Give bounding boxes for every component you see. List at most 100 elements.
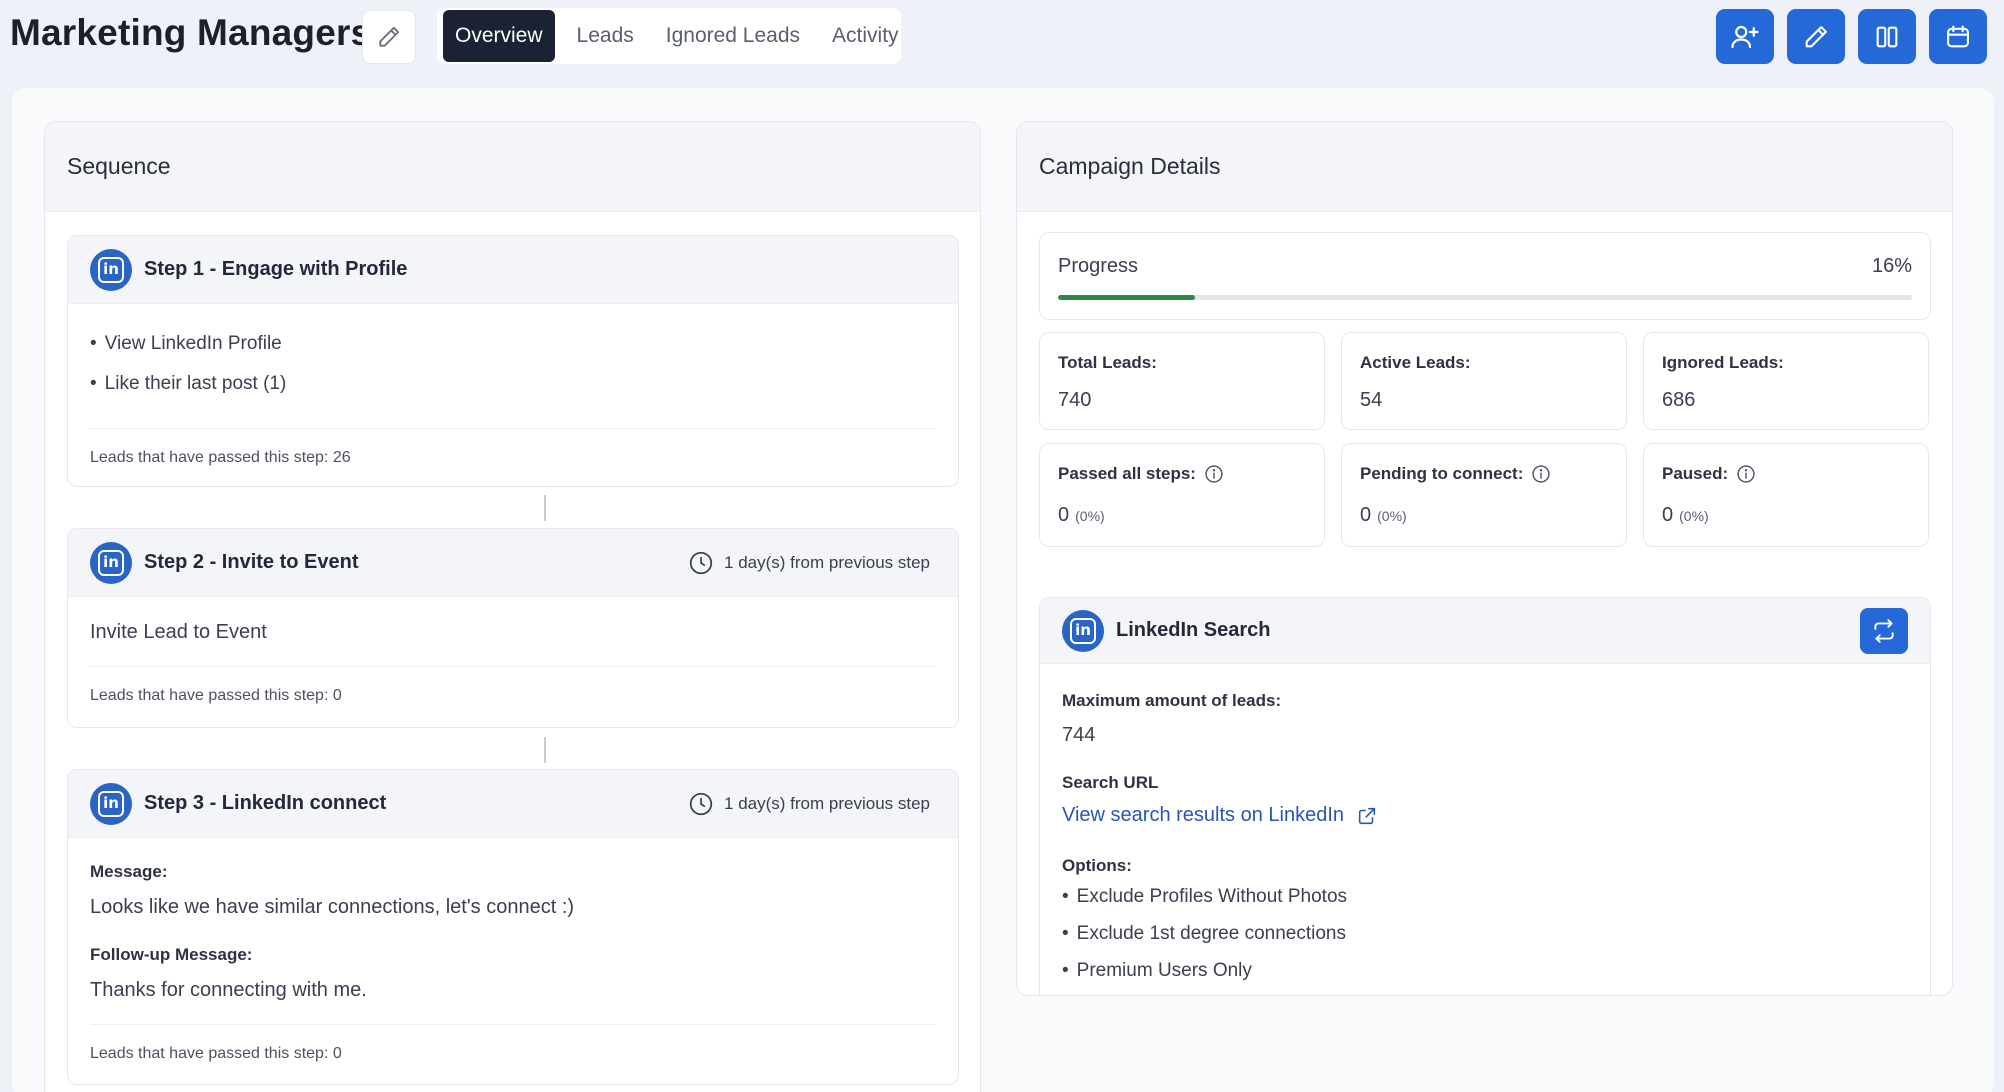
stat-label: Ignored Leads:	[1662, 353, 1784, 373]
linkedin-icon: in	[1062, 609, 1104, 652]
step-delay: 1 day(s) from previous step	[688, 770, 930, 838]
sequence-step-2: in Step 2 - Invite to Event 1 day(s) fro…	[67, 528, 959, 728]
step-title: Step 2 - Invite to Event	[144, 551, 359, 573]
stat-pending-to-connect: Pending to connect: 0 (0%)	[1341, 443, 1627, 547]
clock-icon	[689, 551, 713, 575]
message-text: Looks like we have similar connections, …	[90, 896, 575, 918]
option-item: Exclude 1st degree connections	[1062, 915, 1347, 952]
tab-overview[interactable]: Overview	[443, 10, 555, 62]
max-leads-value: 744	[1062, 724, 1096, 746]
step-passed-count: Leads that have passed this step: 0	[90, 1045, 342, 1062]
stat-value: 740	[1058, 389, 1092, 411]
sequence-step-3: in Step 3 - LinkedIn connect 1 day(s) fr…	[67, 769, 959, 1085]
search-results-link[interactable]: View search results on LinkedIn	[1062, 804, 1378, 827]
page-title: Marketing Managers	[10, 12, 372, 53]
stat-label: Pending to connect:	[1360, 464, 1551, 484]
add-lead-button[interactable]	[1716, 9, 1774, 64]
stat-label-text: Ignored Leads:	[1662, 353, 1784, 372]
linkedin-icon: in	[90, 782, 132, 825]
edit-campaign-button[interactable]	[1787, 9, 1845, 64]
step-header: in Step 1 - Engage with Profile	[68, 236, 958, 304]
calendar-icon	[1947, 24, 1969, 47]
step-action: Like their last post (1)	[90, 364, 936, 404]
step-title: Step 1 - Engage with Profile	[144, 258, 408, 280]
schedule-button[interactable]	[1929, 9, 1987, 64]
top-bar: Marketing Managers Overview Leads Ignore…	[0, 0, 2004, 74]
step-title: Step 3 - LinkedIn connect	[144, 792, 387, 814]
message-label: Message:	[90, 862, 168, 881]
sequence-card: Sequence in Step 1 - Engage with Profile…	[44, 121, 981, 1092]
linkedin-search-title: LinkedIn Search	[1116, 619, 1271, 641]
stat-ignored-leads: Ignored Leads: 686	[1643, 332, 1929, 430]
campaign-details-header: Campaign Details	[1017, 122, 1952, 212]
pause-campaign-button[interactable]	[1858, 9, 1916, 64]
stat-label-text: Active Leads:	[1360, 353, 1471, 372]
stat-passed-all-steps: Passed all steps: 0 (0%)	[1039, 443, 1325, 547]
sequence-header: Sequence	[45, 122, 980, 212]
stat-value: 54	[1360, 389, 1383, 411]
step-content-text: Invite Lead to Event	[90, 621, 267, 643]
progress-label: Progress	[1058, 255, 1139, 277]
tab-activity[interactable]: Activity	[816, 12, 915, 60]
stat-value-number: 0	[1058, 504, 1070, 526]
stat-label: Passed all steps:	[1058, 464, 1224, 484]
info-icon[interactable]	[1531, 464, 1551, 484]
option-item: Premium Users Only	[1062, 952, 1347, 989]
step-action: View LinkedIn Profile	[90, 324, 936, 364]
progress-fill	[1058, 295, 1195, 300]
info-icon[interactable]	[1204, 464, 1224, 484]
stat-label: Active Leads:	[1360, 353, 1471, 373]
refresh-icon	[1874, 619, 1894, 643]
external-link-icon	[1358, 807, 1376, 824]
max-leads-label: Maximum amount of leads:	[1062, 691, 1282, 710]
linkedin-icon: in	[90, 248, 132, 291]
step-connector	[544, 737, 546, 763]
followup-text: Thanks for connecting with me.	[90, 979, 367, 1001]
option-item: Exclude Profiles Without Photos	[1062, 878, 1347, 915]
options-label: Options:	[1062, 856, 1132, 875]
stat-value-percent: (0%)	[1679, 508, 1709, 524]
stat-label-text: Passed all steps:	[1058, 464, 1196, 483]
add-user-icon	[1731, 25, 1759, 48]
info-icon[interactable]	[1736, 464, 1756, 484]
stat-label: Paused:	[1662, 464, 1756, 484]
stat-label-text: Pending to connect:	[1360, 464, 1524, 483]
step-passed-count: Leads that have passed this step: 0	[90, 687, 342, 704]
options-list: Exclude Profiles Without Photos Exclude …	[1062, 878, 1347, 989]
progress-bar	[1058, 295, 1912, 300]
tab-leads[interactable]: Leads	[561, 12, 650, 60]
linkedin-icon: in	[90, 541, 132, 584]
stat-value: 0 (0%)	[1058, 504, 1105, 527]
stat-label: Total Leads:	[1058, 353, 1157, 373]
tab-ignored-leads[interactable]: Ignored Leads	[650, 12, 816, 60]
columns-icon	[1876, 26, 1898, 47]
step-delay: 1 day(s) from previous step	[688, 529, 930, 597]
edit-title-button[interactable]	[362, 10, 416, 64]
stat-value-number: 0	[1662, 504, 1674, 526]
linkedin-search-header: in LinkedIn Search	[1040, 598, 1930, 664]
stat-value-percent: (0%)	[1377, 508, 1407, 524]
clock-icon	[689, 792, 713, 816]
stat-value: 0 (0%)	[1662, 504, 1709, 527]
followup-label: Follow-up Message:	[90, 945, 253, 964]
sequence-step-1: in Step 1 - Engage with Profile View Lin…	[67, 235, 959, 487]
stat-value: 0 (0%)	[1360, 504, 1407, 527]
stat-value: 686	[1662, 389, 1696, 411]
progress-percent: 16%	[1871, 255, 1912, 277]
search-results-link-text[interactable]: View search results on LinkedIn	[1062, 804, 1344, 827]
progress-panel: Progress 16%	[1039, 232, 1931, 320]
linkedin-search-panel: in LinkedIn Search Maximum amount of lea…	[1039, 597, 1931, 995]
campaign-details-card: Campaign Details Progress 16% Total Lead…	[1016, 121, 1953, 996]
refresh-search-button[interactable]	[1860, 608, 1908, 654]
step-header: in Step 3 - LinkedIn connect 1 day(s) fr…	[68, 770, 958, 838]
stat-value-percent: (0%)	[1075, 508, 1105, 524]
pencil-icon	[379, 26, 400, 47]
pencil-icon	[1805, 25, 1827, 47]
stat-total-leads: Total Leads: 740	[1039, 332, 1325, 430]
tab-bar: Overview Leads Ignored Leads Activity	[437, 8, 901, 64]
stat-paused: Paused: 0 (0%)	[1643, 443, 1929, 547]
step-connector	[544, 495, 546, 521]
step-header: in Step 2 - Invite to Event 1 day(s) fro…	[68, 529, 958, 597]
step-delay-text: 1 day(s) from previous step	[724, 794, 930, 813]
stat-value-number: 0	[1360, 504, 1372, 526]
